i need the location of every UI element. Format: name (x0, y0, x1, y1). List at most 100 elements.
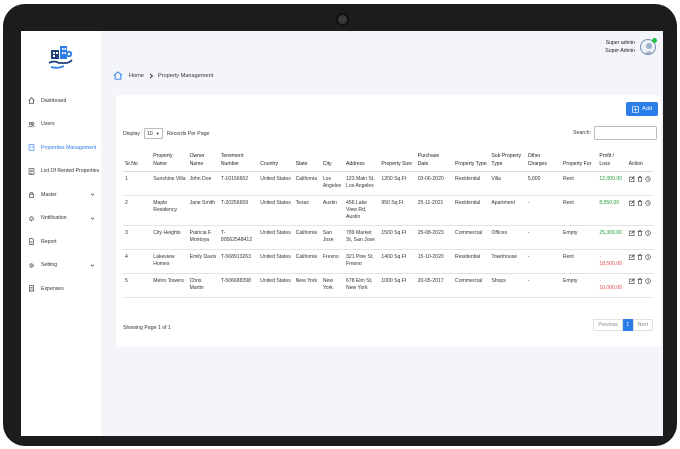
history-icon[interactable] (644, 176, 651, 182)
user-info[interactable]: Super admin Super Admin (605, 39, 635, 55)
sidebar-item-properties-management[interactable]: Properties Management (21, 136, 101, 160)
sidebar-item-label: Master (41, 191, 57, 198)
col-property-for[interactable]: Property For (561, 151, 598, 172)
cell-profit-loss: - 10,000.00 (597, 273, 627, 298)
delete-icon[interactable] (637, 278, 643, 284)
cell-tenement-number: T-20256659 (218, 195, 259, 226)
sidebar-item-rented-properties[interactable]: List Of Rented Properties (21, 160, 101, 184)
delete-icon[interactable] (637, 230, 643, 236)
cell-property-name: City Heights (151, 225, 188, 250)
col-sr-no[interactable]: Sr.No (123, 151, 152, 172)
display-label: Display (123, 130, 141, 137)
cell-city: San Jose (320, 225, 345, 250)
cell-other-charges: - (525, 273, 562, 298)
add-button-label: Add (642, 106, 652, 112)
cell-city: Fresno (320, 249, 345, 274)
cell-action (626, 225, 653, 250)
edit-icon[interactable] (628, 254, 635, 260)
sidebar: Dashboard Users Properties Management Li… (21, 31, 101, 436)
user-role: Super Admin (605, 48, 635, 54)
receipt-icon (29, 285, 34, 293)
user-name: Super admin (605, 40, 635, 46)
history-icon[interactable] (644, 278, 651, 284)
col-city[interactable]: City (320, 151, 345, 172)
sidebar-item-report[interactable]: Report (21, 230, 101, 254)
cell-address: 456 Lake View Rd, Austin (344, 195, 380, 226)
page-length-control: Display 10 ▼ Records Per Page (123, 128, 209, 139)
edit-icon[interactable] (628, 200, 635, 206)
table-row: 5 Metro Towers Chris Martin T-506688398 Unit… (123, 273, 653, 298)
sidebar-item-label: Properties Management (41, 144, 97, 151)
cell-property-for: Rent (561, 195, 598, 226)
col-sub-property-type[interactable]: Sub Property Type (489, 151, 526, 172)
home-icon[interactable] (113, 71, 123, 80)
history-icon[interactable] (644, 200, 651, 206)
cell-other-charges: 5,000 (525, 171, 562, 196)
sidebar-item-setting[interactable]: Setting (21, 254, 101, 278)
next-page-button[interactable]: Next (632, 319, 653, 331)
cell-property-type: Commercial (453, 225, 490, 250)
cell-tenement-number: T-568913263 (218, 249, 259, 274)
edit-icon[interactable] (628, 278, 635, 284)
cell-sr-no: 1 (123, 171, 152, 196)
col-owner-name[interactable]: Owner Name (187, 151, 219, 172)
delete-icon[interactable] (637, 176, 643, 182)
cell-sub-property-type: Townhouse (489, 249, 526, 274)
delete-icon[interactable] (637, 254, 643, 260)
cell-purchase-date: 15-10-2020 (415, 249, 454, 274)
history-icon[interactable] (644, 230, 651, 236)
chevron-down-icon (90, 264, 95, 267)
property-card: Add Display 10 ▼ Records Per Page Search… (116, 95, 661, 347)
cell-state: Texas (293, 195, 321, 226)
search-input[interactable] (594, 126, 657, 140)
cell-other-charges: - (525, 195, 562, 226)
cell-sub-property-type: Apartment (489, 195, 526, 226)
table-row: 3 City Heights Patricia F. Montoya T-805625… (123, 225, 653, 250)
lock-icon (29, 192, 34, 198)
search-control: Search: (573, 126, 657, 140)
edit-icon[interactable] (628, 230, 635, 236)
sidebar-item-master[interactable]: Master (21, 183, 101, 207)
sidebar-item-label: List Of Rented Properties (41, 168, 100, 175)
cell-property-name: Metro Towers (151, 273, 188, 298)
cell-property-name: Maple Residency (151, 195, 188, 226)
col-country[interactable]: Country (258, 151, 294, 172)
add-button[interactable]: Add (626, 102, 658, 116)
edit-icon[interactable] (628, 176, 635, 182)
cell-profit-loss: - 18,500.00 (597, 249, 627, 274)
cell-tenement-number: T-80562548412 (218, 225, 259, 250)
cell-owner-name: John Doe (187, 171, 219, 196)
history-icon[interactable] (644, 254, 651, 260)
page-1-button[interactable]: 1 (622, 319, 633, 331)
cell-city: Los Angeles (320, 171, 345, 196)
col-property-name[interactable]: Property Name (151, 151, 188, 172)
col-other-charges[interactable]: Other Charges (525, 151, 562, 172)
col-address[interactable]: Address (344, 151, 380, 172)
cell-property-type: Residential (453, 249, 490, 274)
cell-address: 789 Market St, San Jose (344, 225, 380, 250)
cell-address: 678 Elm St, New York (344, 273, 380, 298)
breadcrumb-home[interactable]: Home (129, 73, 144, 79)
sidebar-item-notification[interactable]: Notification (21, 207, 101, 231)
app-screen: Dashboard Users Properties Management Li… (21, 31, 663, 436)
breadcrumb: Home Property Management (113, 71, 213, 80)
cell-profit-loss: 25,300.00 (597, 225, 627, 250)
page-length-select[interactable]: 10 ▼ (144, 128, 164, 139)
col-profit-loss[interactable]: Profit / Loss (597, 151, 627, 172)
cell-sub-property-type: Offices (489, 225, 526, 250)
chevron-down-icon (90, 217, 95, 220)
cell-purchase-date: 03-06-2020 (415, 171, 454, 196)
col-tenement-number[interactable]: Tenement Number (218, 151, 259, 172)
col-property-type[interactable]: Property Type (453, 151, 490, 172)
previous-page-button[interactable]: Previous (593, 319, 623, 331)
showing-info: Showing Page 1 of 1 (123, 325, 171, 331)
sidebar-item-users[interactable]: Users (21, 113, 101, 137)
col-purchase-date[interactable]: Purchase Date (415, 151, 454, 172)
dropdown-arrow-icon: ▼ (155, 131, 160, 136)
col-state[interactable]: State (293, 151, 321, 172)
delete-icon[interactable] (637, 200, 643, 206)
sidebar-item-expenses[interactable]: Expenses (21, 277, 101, 301)
sidebar-item-dashboard[interactable]: Dashboard (21, 89, 101, 113)
cell-owner-name: Patricia F. Montoya (187, 225, 219, 250)
col-property-size[interactable]: Property Size (379, 151, 416, 172)
